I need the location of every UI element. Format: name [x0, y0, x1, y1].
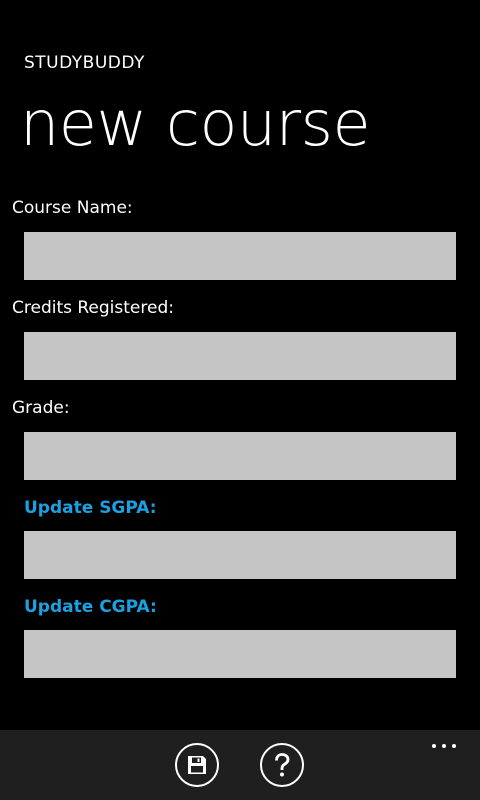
credits-registered-input[interactable] — [24, 332, 456, 380]
update-cgpa-input[interactable] — [24, 630, 456, 678]
help-button[interactable] — [260, 743, 304, 787]
update-sgpa-label: Update SGPA: — [24, 498, 157, 518]
more-button[interactable] — [426, 736, 462, 756]
grade-label: Grade: — [12, 398, 70, 418]
new-course-form: Course Name: Credits Registered: Grade: … — [0, 0, 480, 730]
grade-input[interactable] — [24, 432, 456, 480]
app-bar — [0, 730, 480, 800]
course-name-input[interactable] — [24, 232, 456, 280]
update-cgpa-label: Update CGPA: — [24, 597, 157, 617]
ellipsis-dot — [442, 744, 446, 748]
save-button[interactable] — [175, 743, 219, 787]
course-name-label: Course Name: — [12, 198, 133, 218]
update-sgpa-input[interactable] — [24, 531, 456, 579]
credits-registered-label: Credits Registered: — [12, 298, 174, 318]
ellipsis-icon — [432, 744, 436, 748]
save-icon — [188, 756, 206, 774]
help-icon — [275, 753, 290, 777]
ellipsis-dot — [452, 744, 456, 748]
